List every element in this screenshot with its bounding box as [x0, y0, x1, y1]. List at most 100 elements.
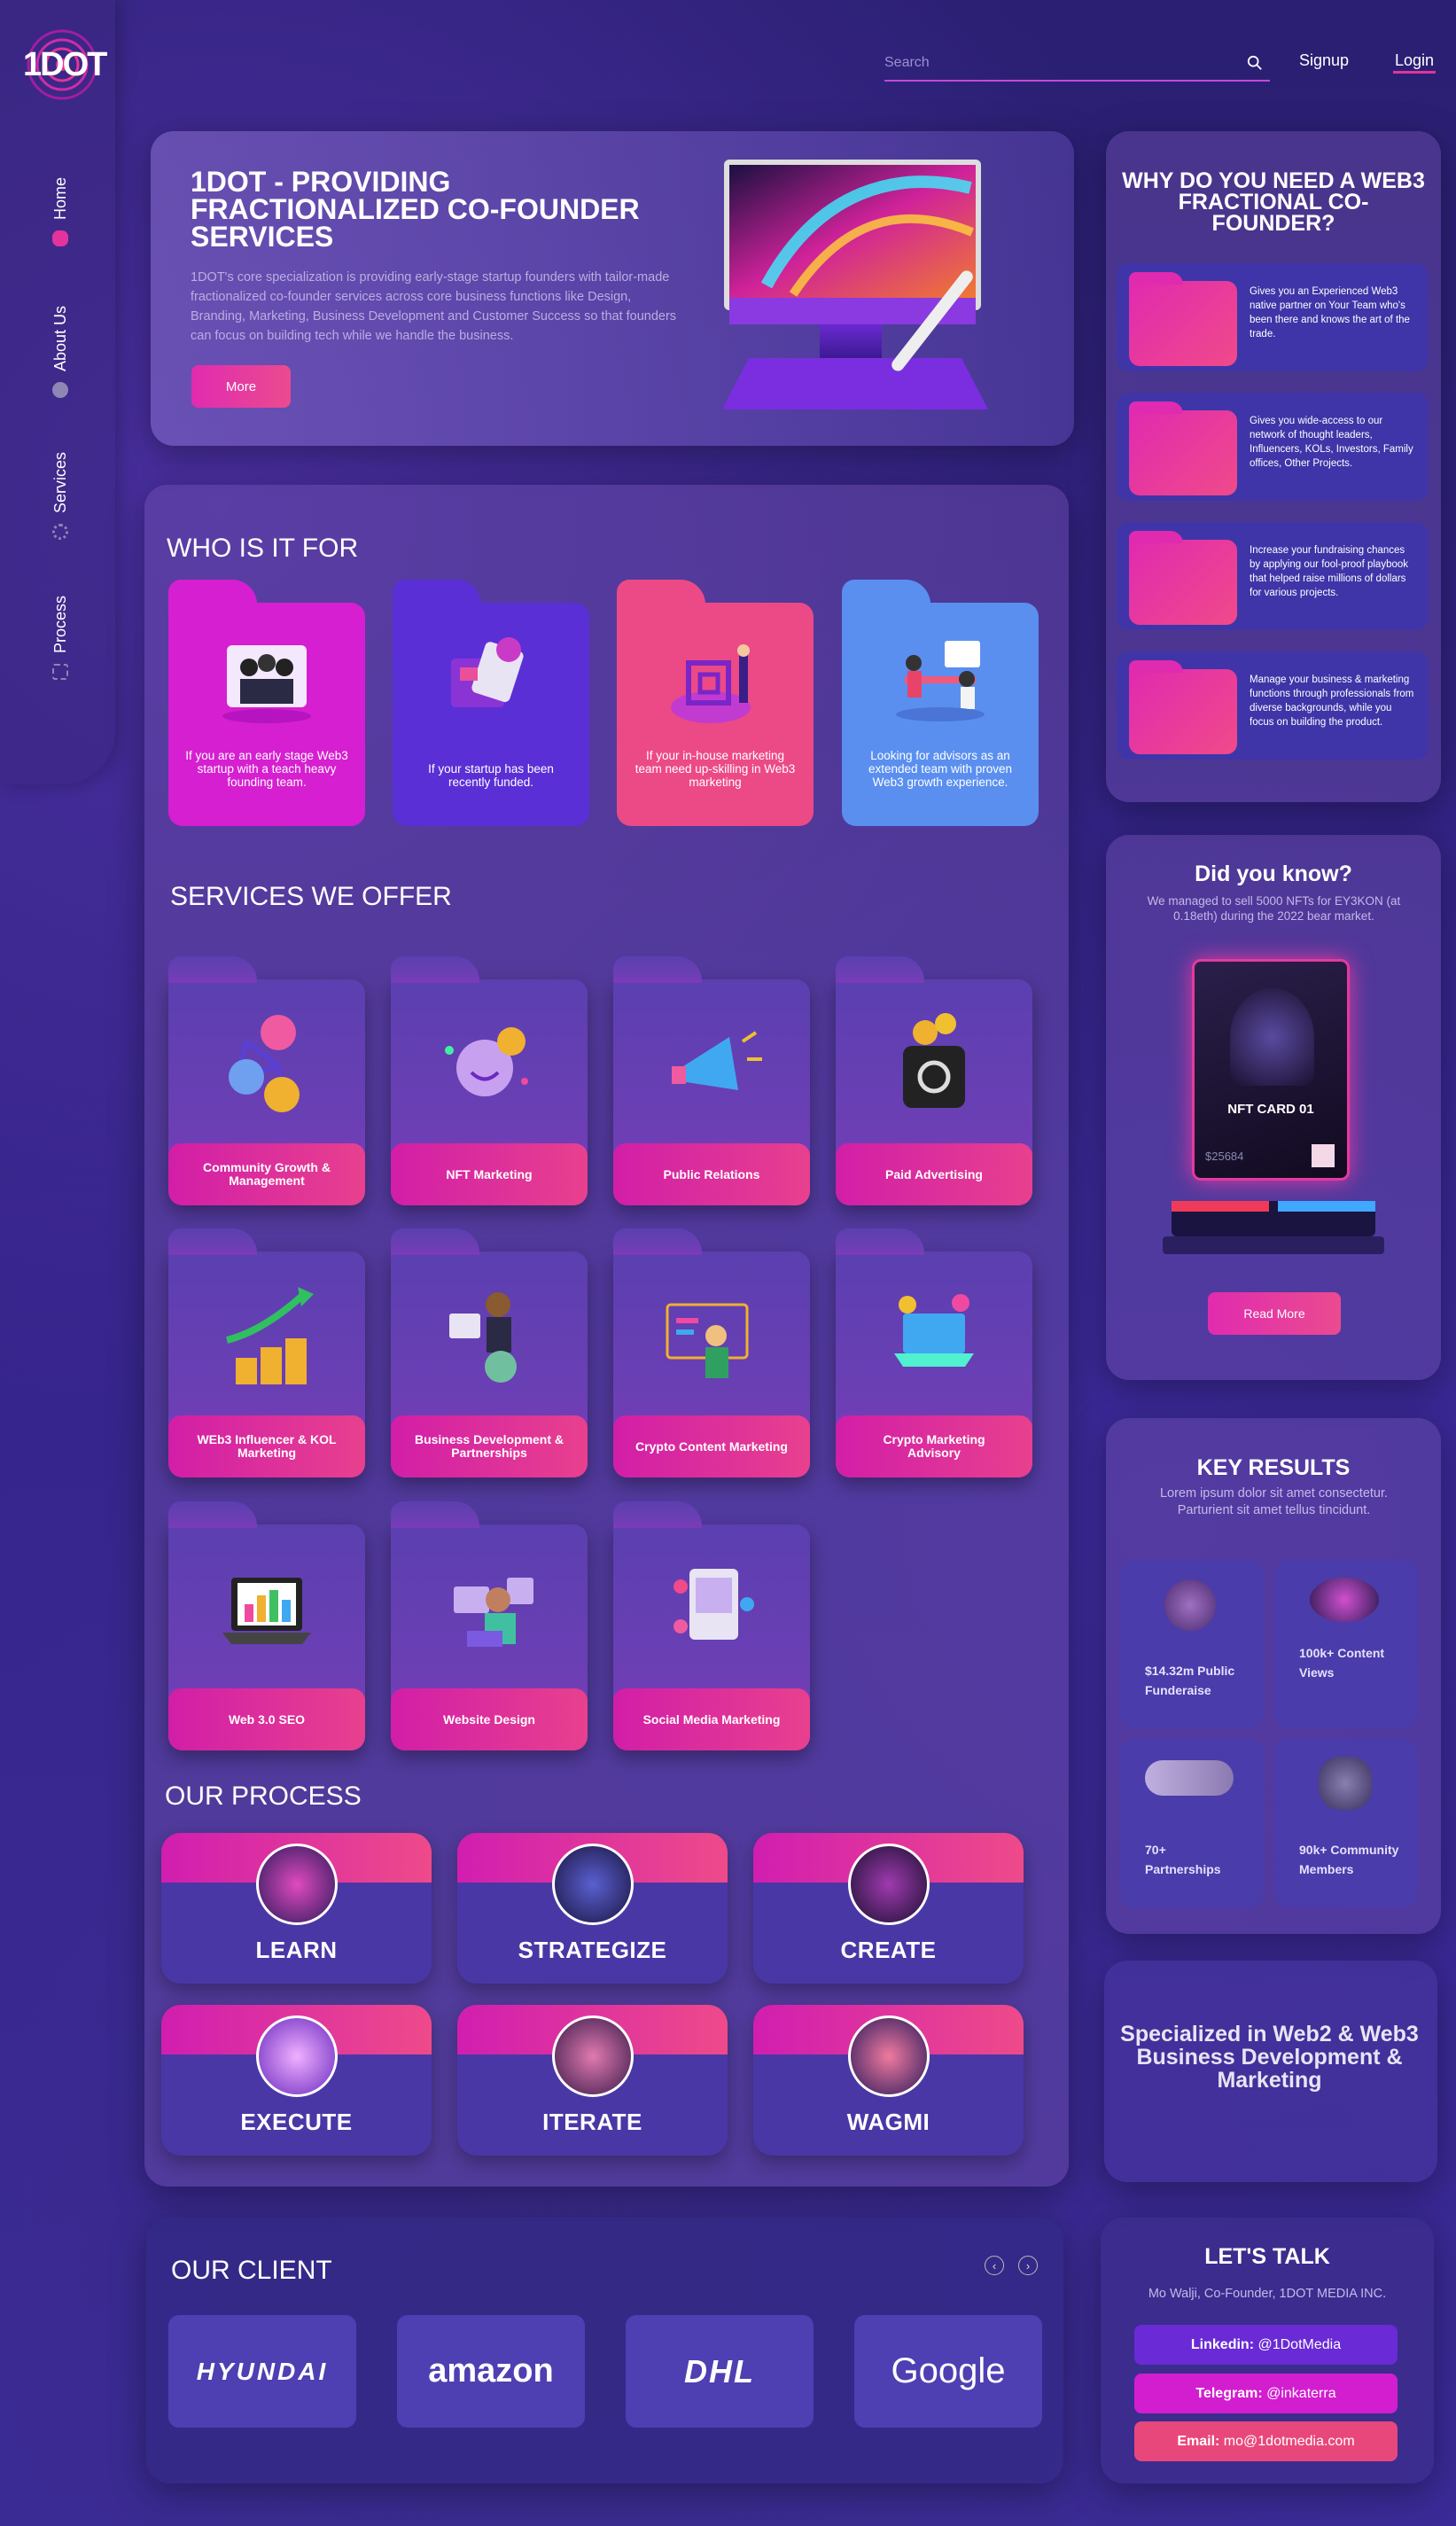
service-card[interactable]: Paid Advertising — [836, 956, 1032, 1205]
who-title: WHO IS IT FOR — [167, 534, 359, 563]
safe-icon — [903, 1013, 965, 1108]
process-step-image — [551, 2015, 634, 2097]
nav-services[interactable]: Services — [34, 452, 87, 541]
laptop-advisory-icon — [894, 1294, 974, 1367]
nft-card-price: $25684 — [1205, 1150, 1244, 1163]
process-step-image — [255, 2015, 338, 2097]
who-card[interactable]: Looking for advisors as an extended team… — [842, 580, 1039, 826]
process-step[interactable]: WAGMI — [753, 2005, 1024, 2156]
nav-process-label: Process — [51, 596, 69, 654]
process-icon — [52, 664, 68, 681]
specialized-text: Specialized in Web2 & Web3 Business Deve… — [1120, 2022, 1419, 2093]
who-card-text: Looking for advisors as an extended team… — [868, 749, 1013, 789]
login-underline — [1393, 71, 1436, 74]
service-card[interactable]: WEb3 Influencer & KOL Marketing — [168, 1228, 365, 1477]
who-card-text: If your startup has been recently funded… — [428, 762, 554, 789]
login-link[interactable]: Login — [1395, 51, 1434, 70]
why-item: Manage your business & marketing functio… — [1117, 651, 1429, 760]
service-card[interactable]: Crypto Marketing Advisory — [836, 1228, 1032, 1477]
team-illustration — [222, 645, 311, 723]
process-step[interactable]: STRATEGIZE — [457, 1833, 728, 1984]
key-results-description: Lorem ipsum dolor sit amet consectetur. … — [1159, 1486, 1389, 1517]
handshake-icon — [1145, 1760, 1234, 1796]
client-logo-hyundai[interactable]: HYUNDAI — [168, 2315, 356, 2428]
email-button[interactable]: Email: mo@1dotmedia.com — [1134, 2421, 1398, 2461]
clients-title: OUR CLIENT — [171, 2256, 332, 2285]
process-step-label: ITERATE — [542, 2109, 642, 2135]
monitor-illustration — [722, 160, 988, 409]
process-step-label: CREATE — [840, 1937, 937, 1963]
service-card[interactable]: Business Development & Partnerships — [391, 1228, 588, 1477]
nav-about-us-label: About Us — [51, 306, 69, 372]
result-card: $14.32m Public Funderaise — [1120, 1560, 1264, 1728]
seo-laptop-icon — [222, 1578, 311, 1644]
process-step[interactable]: ITERATE — [457, 2005, 728, 2156]
service-card[interactable]: Social Media Marketing — [613, 1501, 810, 1750]
growth-coins-icon — [225, 1287, 314, 1384]
service-card[interactable]: Website Design — [391, 1501, 588, 1750]
who-card[interactable]: If your in-house marketing team need up-… — [617, 580, 814, 826]
chevron-right-icon[interactable]: › — [1018, 2256, 1038, 2275]
process-step[interactable]: CREATE — [753, 1833, 1024, 1984]
signup-link[interactable]: Signup — [1299, 51, 1349, 70]
result-text: 90k+ Community Members — [1299, 1843, 1399, 1876]
linkedin-label: Linkedin: — [1190, 2336, 1255, 2352]
service-label: Social Media Marketing — [613, 1688, 810, 1750]
content-board-icon — [666, 1303, 749, 1378]
megaphone-icon — [672, 1031, 762, 1090]
search-icon[interactable] — [1247, 55, 1263, 71]
process-step-label: STRATEGIZE — [518, 1937, 667, 1963]
nav-process[interactable]: Process — [34, 596, 87, 681]
client-logo-amazon[interactable]: amazon — [397, 2315, 585, 2428]
why-item-text: Increase your fundraising chances by app… — [1250, 545, 1409, 598]
astronaut-icon — [1319, 1757, 1372, 1810]
process-step-image — [551, 1844, 634, 1925]
who-card[interactable]: If you are an early stage Web3 startup w… — [168, 580, 365, 826]
nft-pedestal — [1163, 1201, 1384, 1254]
headset-icon — [1129, 272, 1237, 366]
logo-text: 1DOT — [23, 46, 107, 83]
funding-illustration — [451, 637, 524, 707]
telegram-button[interactable]: Telegram: @inkaterra — [1134, 2374, 1398, 2413]
nft-card: NFT CARD 01 $25684 — [1192, 959, 1350, 1181]
service-card[interactable]: NFT Marketing — [391, 956, 588, 1205]
process-step-label: LEARN — [255, 1937, 338, 1963]
qr-code-icon — [1312, 1144, 1335, 1167]
client-name: Google — [891, 2351, 1006, 2390]
email-value: mo@1dotmedia.com — [1223, 2433, 1355, 2449]
result-card: 100k+ Content Views — [1274, 1560, 1418, 1728]
read-more-button[interactable]: Read More — [1208, 1292, 1341, 1335]
service-label: Paid Advertising — [836, 1143, 1032, 1205]
maze-illustration — [671, 644, 751, 723]
search-input[interactable] — [884, 48, 1221, 78]
more-button[interactable]: More — [191, 365, 291, 408]
hero-title: 1DOT - PROVIDING FRACTIONALIZED CO-FOUND… — [191, 166, 640, 253]
key-results-title: KEY RESULTS — [1196, 1455, 1351, 1480]
service-card[interactable]: Web 3.0 SEO — [168, 1501, 365, 1750]
money-bag-icon — [1164, 1579, 1216, 1631]
service-card[interactable]: Public Relations — [613, 956, 810, 1205]
result-text: 100k+ Content Views — [1299, 1646, 1385, 1680]
client-logo-dhl[interactable]: DHL — [626, 2315, 814, 2428]
nav-about-us[interactable]: About Us — [34, 306, 87, 399]
service-label: Business Development & Partnerships — [391, 1415, 588, 1477]
why-item: Gives you wide-access to our network of … — [1117, 393, 1429, 501]
linkedin-value: @1DotMedia — [1257, 2336, 1342, 2352]
client-logo-google[interactable]: Google — [854, 2315, 1042, 2428]
process-step-label: WAGMI — [846, 2109, 930, 2135]
process-step[interactable]: LEARN — [161, 1833, 432, 1984]
nft-icon — [445, 1027, 528, 1096]
service-card[interactable]: Community Growth & Management — [168, 956, 365, 1205]
did-you-know-description: We managed to sell 5000 NFTs for EY3KON … — [1147, 894, 1401, 923]
service-card[interactable]: Crypto Content Marketing — [613, 1228, 810, 1477]
web-design-icon — [454, 1578, 533, 1647]
logo[interactable]: 1DOT — [19, 27, 107, 103]
nav-home[interactable]: Home — [34, 177, 87, 247]
who-card[interactable]: If your startup has been recently funded… — [393, 580, 589, 826]
process-step[interactable]: EXECUTE — [161, 2005, 432, 2156]
linkedin-button[interactable]: Linkedin: @1DotMedia — [1134, 2325, 1398, 2365]
chevron-left-icon[interactable]: ‹ — [985, 2256, 1004, 2275]
email-label: Email: — [1177, 2433, 1220, 2449]
service-label: Website Design — [391, 1688, 588, 1750]
services-title: SERVICES WE OFFER — [170, 882, 452, 911]
